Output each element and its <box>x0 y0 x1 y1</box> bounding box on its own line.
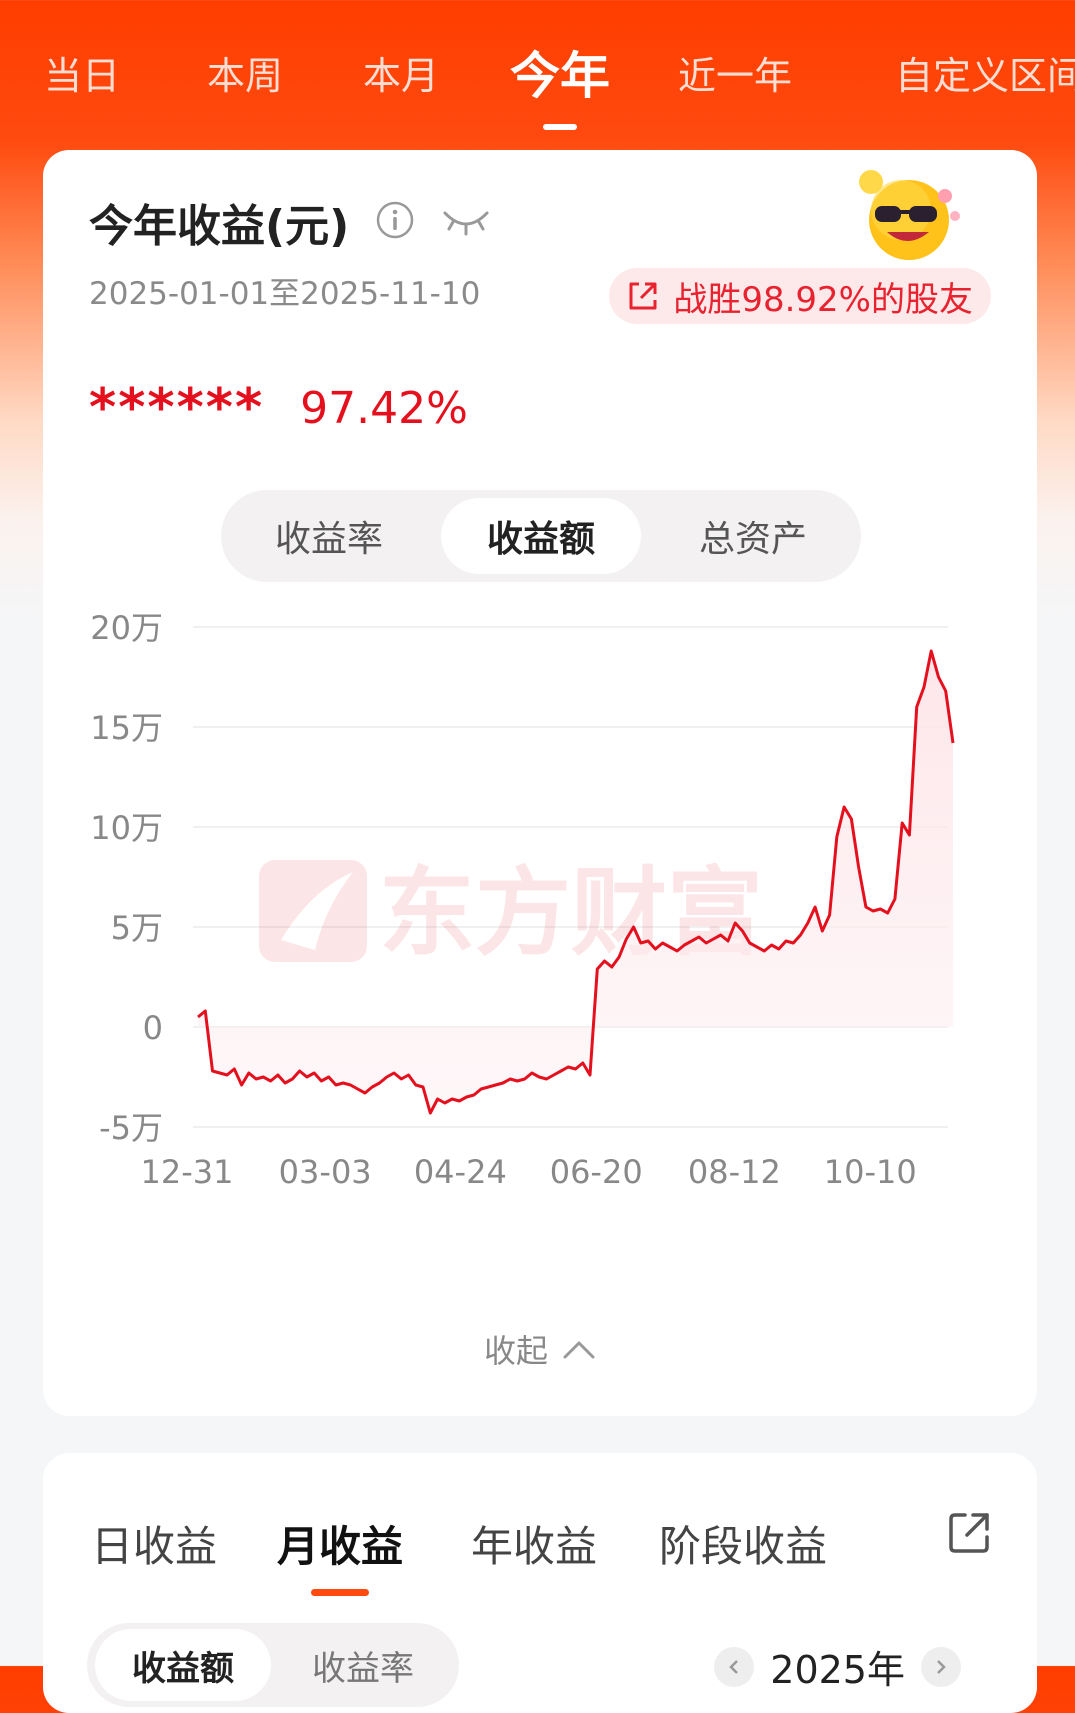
y-tick-label: -5万 <box>99 1109 163 1147</box>
chevron-right-icon <box>937 1659 946 1674</box>
masked-amount: ****** <box>89 378 265 438</box>
tab-label: 月收益 <box>277 1522 404 1571</box>
y-tick-label: 15万 <box>90 709 163 747</box>
tab-label: 收益额 <box>132 1648 234 1689</box>
return-rate: 97.42% <box>300 382 468 434</box>
tab-daily-earnings[interactable]: 日收益 <box>91 1513 217 1574</box>
beat-peers-text: 战胜98.92%的股友 <box>673 279 973 320</box>
y-tick-label: 10万 <box>90 809 163 847</box>
share-icon <box>629 282 657 310</box>
collapse-button[interactable]: 收起 <box>43 1326 1037 1372</box>
tab-monthly-earnings[interactable]: 月收益 <box>277 1513 404 1596</box>
tab-label: 阶段收益 <box>659 1522 828 1571</box>
y-tick-label: 0 <box>143 1009 163 1047</box>
tab-label: 年收益 <box>471 1522 598 1571</box>
x-tick-label: 06-20 <box>550 1153 643 1191</box>
tab-amount[interactable]: 收益额 <box>95 1629 271 1701</box>
date-range: 2025-01-01至2025-11-10 <box>89 276 481 312</box>
tab-label: 当日 <box>44 54 121 98</box>
tab-label: 近一年 <box>678 54 793 98</box>
tab-this-week[interactable]: 本周 <box>207 45 283 100</box>
year-label[interactable]: 2025年 <box>770 1639 905 1694</box>
chart-view-switch: 收益率 收益额 总资产 <box>221 490 861 582</box>
collapse-label: 收起 <box>483 1332 548 1370</box>
amount-row: ****** 97.42% <box>89 378 468 438</box>
active-tab-indicator <box>543 124 577 130</box>
y-tick-label: 5万 <box>111 909 163 947</box>
monthly-view-switch: 收益额 收益率 <box>87 1623 459 1707</box>
earnings-line-chart: 东方财富 20万15万10万5万0-5万 12-31 03-03 04-24 06-2… <box>90 609 955 1191</box>
tab-label: 总资产 <box>698 519 807 560</box>
tab-label: 收益额 <box>486 519 595 560</box>
x-tick-label: 04-24 <box>414 1153 507 1191</box>
tab-total-assets[interactable]: 总资产 <box>653 498 853 574</box>
tab-yearly-earnings[interactable]: 年收益 <box>471 1513 597 1574</box>
info-icon[interactable] <box>375 200 415 244</box>
x-tick-label: 12-31 <box>141 1153 234 1191</box>
tab-return-amount[interactable]: 收益额 <box>441 498 641 574</box>
x-tick-label: 08-12 <box>688 1153 781 1191</box>
tab-rate[interactable]: 收益率 <box>275 1629 451 1701</box>
tab-label: 自定义区间 <box>895 54 1075 98</box>
x-axis-labels: 12-31 03-03 04-24 06-20 08-12 10-10 <box>141 1153 917 1191</box>
x-tick-label: 03-03 <box>279 1153 372 1191</box>
tab-label: 收益率 <box>312 1648 414 1689</box>
x-tick-label: 10-10 <box>824 1153 917 1191</box>
beat-peers-badge[interactable]: 战胜98.92%的股友 <box>609 268 991 324</box>
y-axis-labels: 20万 15万 10万 5万 0 -5万 <box>90 609 163 1147</box>
tab-this-year[interactable]: 今年 <box>510 36 610 130</box>
export-share-icon[interactable] <box>945 1509 993 1561</box>
active-tab-indicator <box>311 1589 369 1596</box>
tab-return-rate[interactable]: 收益率 <box>229 498 429 574</box>
tab-custom-range[interactable]: 自定义区间 <box>895 45 1075 100</box>
earnings-card: 今年收益(元) 2025-01-01至2025-11-10 战胜98.92%的股… <box>43 150 1037 1416</box>
y-tick-label: 20万 <box>90 609 163 647</box>
tab-period-earnings[interactable]: 阶段收益 <box>659 1513 827 1574</box>
hide-amount-eye-icon[interactable] <box>441 203 491 241</box>
tab-label: 本周 <box>207 54 284 98</box>
tab-label: 本月 <box>363 54 440 98</box>
mascot-emoji-icon <box>845 166 965 266</box>
period-tabs: 当日 本周 本月 今年 近一年 自定义区间 <box>0 0 1075 140</box>
period-earnings-card: 日收益 月收益 年收益 阶段收益 收益额 收益率 2025年 <box>43 1453 1037 1713</box>
page-title: 今年收益(元) <box>89 201 350 252</box>
title-row: 今年收益(元) <box>89 190 491 254</box>
tab-label: 收益率 <box>274 519 383 560</box>
chevron-left-icon <box>729 1659 739 1674</box>
tab-label: 今年 <box>510 47 610 105</box>
year-selector: 2025年 <box>698 1639 977 1694</box>
tab-this-month[interactable]: 本月 <box>363 45 439 100</box>
next-year-button[interactable] <box>921 1646 961 1687</box>
prev-year-button[interactable] <box>714 1646 755 1687</box>
chevron-up-icon <box>563 1341 595 1359</box>
tab-today[interactable]: 当日 <box>44 45 120 100</box>
tab-label: 日收益 <box>91 1522 218 1571</box>
tab-last-year[interactable]: 近一年 <box>678 45 792 100</box>
